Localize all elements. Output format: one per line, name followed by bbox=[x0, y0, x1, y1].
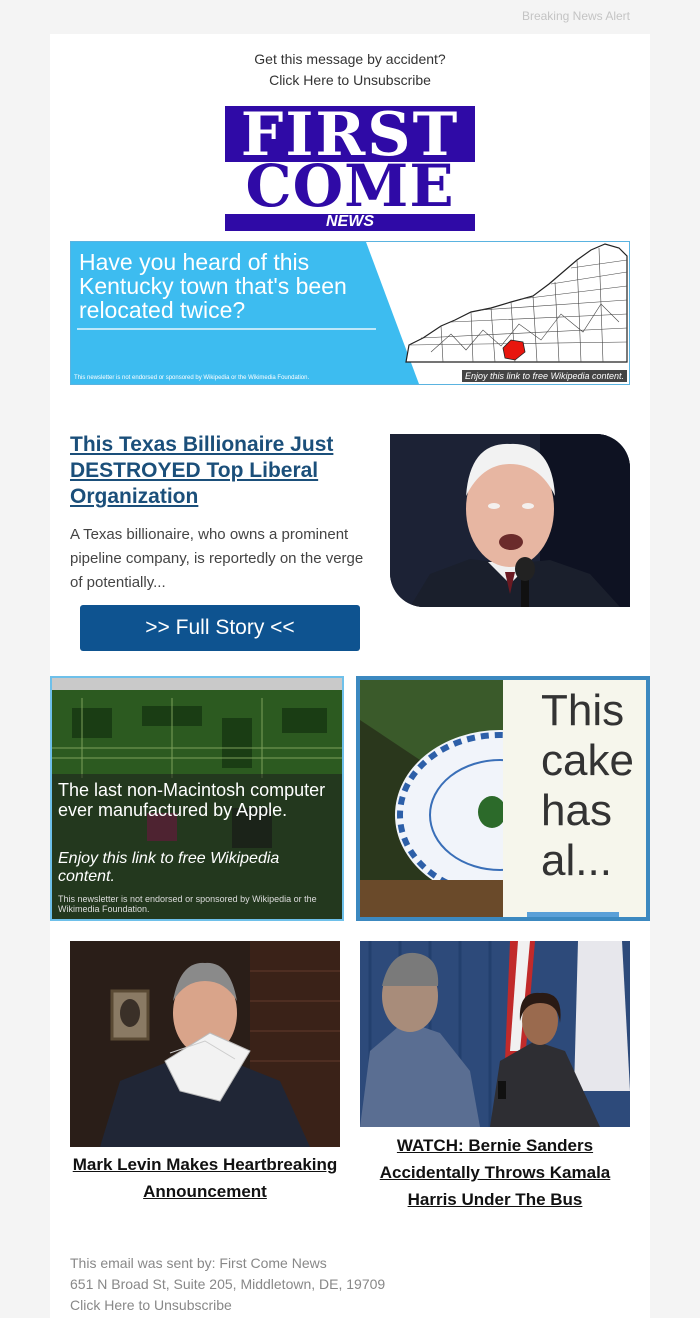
banner-headline: Have you heard of this Kentucky town tha… bbox=[79, 249, 347, 323]
footer: This email was sent by: First Come News … bbox=[70, 1253, 385, 1316]
ad-left-headline: The last non-Macintosh computer ever man… bbox=[58, 780, 326, 820]
cake-ad-text-panel: This cake has al... bbox=[503, 680, 646, 917]
unsubscribe-link-top[interactable]: Click Here to Unsubscribe bbox=[50, 70, 650, 90]
ad-left-disclaimer: This newsletter is not endorsed or spons… bbox=[58, 894, 317, 914]
ad-left-enjoy: Enjoy this link to free Wikipedia conten… bbox=[58, 850, 280, 885]
cake-ad-button-edge bbox=[527, 912, 619, 917]
full-story-button[interactable]: >> Full Story << bbox=[80, 605, 360, 651]
levin-headline-link[interactable]: Mark Levin Makes Heartbreaking Announcem… bbox=[70, 1151, 340, 1205]
cake-plate-icon bbox=[360, 680, 506, 917]
story-excerpt: A Texas billionaire, who owns a prominen… bbox=[70, 526, 364, 591]
story-photo[interactable] bbox=[390, 434, 630, 607]
accident-notice: Get this message by accident? bbox=[254, 51, 446, 67]
footer-sent-by: This email was sent by: First Come News bbox=[70, 1255, 327, 1271]
cake-ad-line-2: cake bbox=[541, 736, 634, 785]
banner-enjoy-label: Enjoy this link to free Wikipedia conten… bbox=[462, 370, 627, 382]
apple-computer-ad[interactable]: The last non-Macintosh computer ever man… bbox=[50, 676, 344, 921]
cake-ad-line-3: has bbox=[541, 786, 612, 835]
story-headline-link[interactable]: This Texas Billionaire Just DESTROYED To… bbox=[70, 432, 360, 510]
footer-address: 651 N Broad St, Suite 205, Middletown, D… bbox=[70, 1276, 386, 1292]
levin-photo-icon bbox=[70, 941, 340, 1147]
sanders-harris-photo-icon bbox=[360, 941, 630, 1127]
kentucky-town-banner[interactable]: Have you heard of this Kentucky town tha… bbox=[70, 241, 630, 385]
cake-ad[interactable]: This cake has al... bbox=[356, 676, 650, 921]
preheader-text: Breaking News Alert bbox=[521, 9, 630, 23]
logo-word-come: COME bbox=[245, 152, 455, 220]
footer-unsubscribe-link[interactable]: Click Here to Unsubscribe bbox=[70, 1295, 385, 1316]
email-card: Get this message by accident? Click Here… bbox=[50, 34, 650, 1318]
logo-word-news: NEWS bbox=[326, 213, 374, 230]
cake-ad-text: This cake has al... bbox=[541, 686, 634, 886]
cake-ad-line-4: al... bbox=[541, 836, 612, 885]
first-come-news-logo[interactable]: FIRST COME NEWS bbox=[225, 106, 475, 231]
banner-disclaimer: This newsletter is not endorsed or spons… bbox=[74, 375, 310, 381]
sanders-harris-headline-link[interactable]: WATCH: Bernie Sanders Accidentally Throw… bbox=[360, 1132, 630, 1213]
cake-ad-line-1: This bbox=[541, 686, 625, 735]
sanders-harris-thumbnail[interactable] bbox=[360, 941, 630, 1127]
levin-thumbnail[interactable] bbox=[70, 941, 340, 1147]
speaker-photo-icon bbox=[390, 434, 630, 607]
